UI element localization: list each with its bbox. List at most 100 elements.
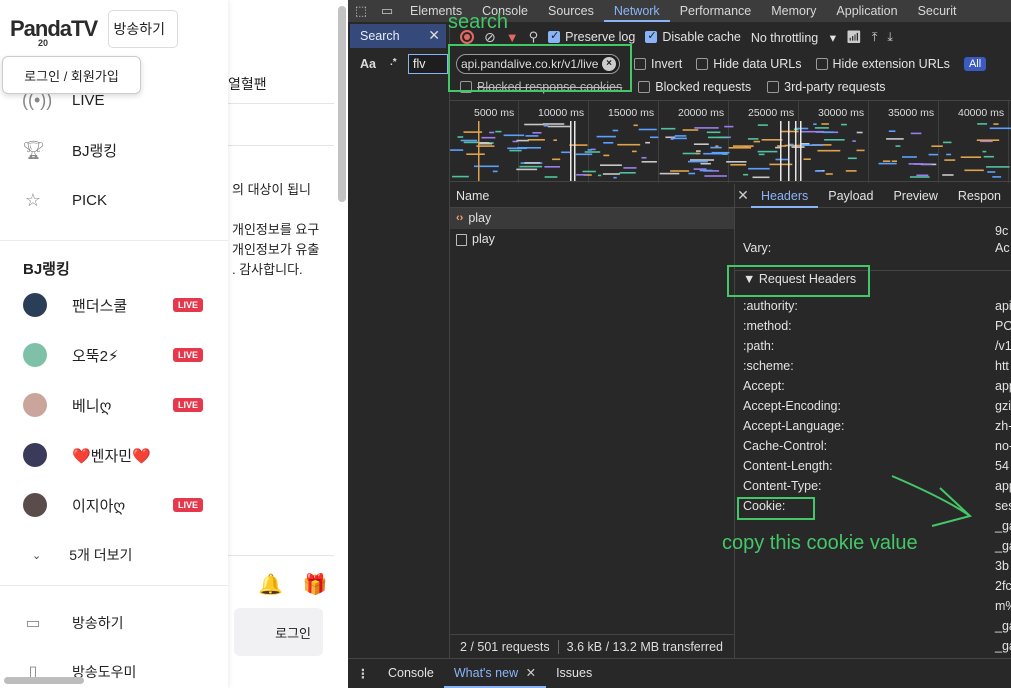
- timeline-marker: [574, 121, 576, 181]
- match-case-toggle[interactable]: Aa: [360, 57, 376, 71]
- search-input[interactable]: flv: [408, 54, 448, 74]
- export-icon[interactable]: ⤓: [887, 30, 893, 45]
- horizontal-scrollbar[interactable]: [4, 677, 84, 684]
- device-toolbar-icon[interactable]: ▭: [374, 3, 400, 19]
- bj-item[interactable]: 이지아ღ LIVE: [23, 493, 213, 517]
- timeline-bar: [928, 153, 938, 156]
- filter-all-button[interactable]: All: [963, 57, 987, 71]
- broadcast-button[interactable]: 방송하기: [108, 10, 178, 48]
- header-value[interactable]: no-: [995, 439, 1011, 453]
- logo-text: PandaTV: [10, 16, 98, 41]
- header-name: Accept-Encoding:: [743, 399, 841, 413]
- timeline-bar: [612, 129, 619, 132]
- request-row[interactable]: ‹› play: [450, 208, 734, 229]
- network-overview-timeline[interactable]: 5000 ms 10000 ms 15000 ms 20000 ms 25000…: [450, 100, 1011, 183]
- tab-headers[interactable]: Headers: [751, 184, 819, 208]
- vertical-scrollbar[interactable]: [338, 6, 346, 202]
- sidebar-item-broadcast[interactable]: ▭ 방송하기: [22, 613, 123, 633]
- timeline-bar: [708, 136, 729, 139]
- sidebar-item-ranking[interactable]: 🏆︎ BJ랭킹: [22, 140, 117, 161]
- search-panel-tab[interactable]: Search ✕: [350, 24, 446, 48]
- cookie-value-line[interactable]: _ga: [995, 539, 1011, 553]
- header-name: Vary:: [743, 241, 772, 255]
- close-icon[interactable]: ✕: [428, 27, 440, 44]
- timeline-bar: [902, 156, 917, 158]
- throttling-select[interactable]: No throttling ▾: [751, 30, 836, 45]
- tab-preview[interactable]: Preview: [883, 184, 947, 208]
- invert-checkbox[interactable]: Invert: [634, 57, 682, 71]
- drawer-tab-whats-new[interactable]: What's new ✕: [443, 659, 547, 688]
- timeline-bar: [645, 141, 650, 144]
- cookie-value-line[interactable]: _ga: [995, 619, 1011, 633]
- header-value[interactable]: api: [995, 299, 1011, 313]
- header-value[interactable]: app: [995, 479, 1011, 493]
- timeline-bar: [519, 165, 543, 168]
- cookie-value-line[interactable]: m%: [995, 599, 1011, 613]
- preserve-log-checkbox[interactable]: Preserve log: [548, 29, 635, 44]
- third-party-checkbox[interactable]: 3rd-party requests: [767, 80, 886, 94]
- request-row[interactable]: play: [450, 229, 734, 250]
- close-icon[interactable]: ✕: [735, 187, 751, 204]
- network-conditions-icon[interactable]: 📶︎: [846, 30, 862, 45]
- cookie-value-line[interactable]: 3b: [995, 559, 1009, 573]
- import-icon[interactable]: ⤒: [872, 30, 878, 45]
- timeline-marker: [795, 121, 797, 181]
- timeline-bar: [659, 172, 680, 175]
- tab-performance[interactable]: Performance: [670, 0, 762, 22]
- bj-item[interactable]: 팬더스쿨 LIVE: [23, 293, 213, 317]
- header-value[interactable]: gzi: [995, 399, 1011, 413]
- tab-fan[interactable]: 열혈팬: [228, 74, 267, 94]
- tab-application[interactable]: Application: [826, 0, 907, 22]
- sidebar-item-pick[interactable]: ☆ PICK: [22, 190, 107, 211]
- timeline-bar: [743, 173, 749, 176]
- tab-payload[interactable]: Payload: [818, 184, 883, 208]
- tab-memory[interactable]: Memory: [761, 0, 826, 22]
- header-value[interactable]: zh-: [995, 419, 1011, 433]
- more-menu-icon[interactable]: ⋮: [348, 666, 378, 681]
- tab-security[interactable]: Securit: [908, 0, 967, 22]
- close-icon[interactable]: ✕: [526, 666, 536, 680]
- bj-item[interactable]: 오뚝2⚡ LIVE: [23, 343, 213, 367]
- header-value[interactable]: app: [995, 379, 1011, 393]
- bj-item[interactable]: ❤️벤자민❤️: [23, 443, 213, 467]
- show-more-button[interactable]: ⌄ 5개 더보기: [32, 545, 132, 565]
- timeline-bar: [661, 127, 676, 130]
- login-signup-popup[interactable]: 로그인 / 회원가입: [2, 56, 141, 94]
- timeline-bar: [706, 131, 721, 134]
- disable-cache-checkbox[interactable]: Disable cache: [645, 29, 741, 44]
- bell-icon[interactable]: 🔔: [258, 572, 283, 597]
- header-value[interactable]: ses: [995, 499, 1011, 513]
- header-value[interactable]: PO: [995, 319, 1011, 333]
- gift-icon[interactable]: 🎁: [303, 572, 328, 597]
- hide-data-urls-checkbox[interactable]: Hide data URLs: [696, 57, 802, 71]
- timeline-bar: [733, 145, 754, 147]
- header-value[interactable]: /v1: [995, 339, 1011, 353]
- timeline-bar: [690, 159, 715, 161]
- regex-toggle[interactable]: .*: [390, 57, 397, 71]
- header-value[interactable]: htt: [995, 359, 1009, 373]
- inspect-icon[interactable]: ⬚: [348, 3, 374, 19]
- hide-extension-urls-checkbox[interactable]: Hide extension URLs: [815, 57, 950, 71]
- cookie-value-line[interactable]: 2fc: [995, 579, 1011, 593]
- login-button[interactable]: 로그인: [234, 608, 323, 656]
- search-icon[interactable]: ⚲: [529, 29, 539, 45]
- header-name: Cache-Control:: [743, 439, 828, 453]
- bj-item[interactable]: 베니ღ LIVE: [23, 393, 213, 417]
- timeline-bar: [544, 166, 560, 168]
- tab-network[interactable]: Network: [603, 0, 670, 22]
- drawer-tab-issues[interactable]: Issues: [546, 659, 602, 688]
- timeline-bar: [632, 150, 637, 153]
- timeline-bar: [547, 125, 572, 128]
- tab-response[interactable]: Respon: [948, 184, 1011, 208]
- logo[interactable]: PandaTV 20: [10, 4, 98, 54]
- timeline-bar: [638, 128, 657, 131]
- chevron-down-icon: ⌄: [32, 549, 42, 562]
- name-column-header[interactable]: Name: [450, 184, 734, 208]
- cookie-value-line[interactable]: _ga: [995, 639, 1011, 653]
- blocked-requests-checkbox[interactable]: Blocked requests: [638, 80, 751, 94]
- header-value[interactable]: 54: [995, 459, 1009, 473]
- drawer-tab-console[interactable]: Console: [378, 659, 444, 688]
- cookie-value-line[interactable]: _ga: [995, 519, 1011, 533]
- tab-sources[interactable]: Sources: [538, 0, 604, 22]
- divider: [228, 145, 334, 146]
